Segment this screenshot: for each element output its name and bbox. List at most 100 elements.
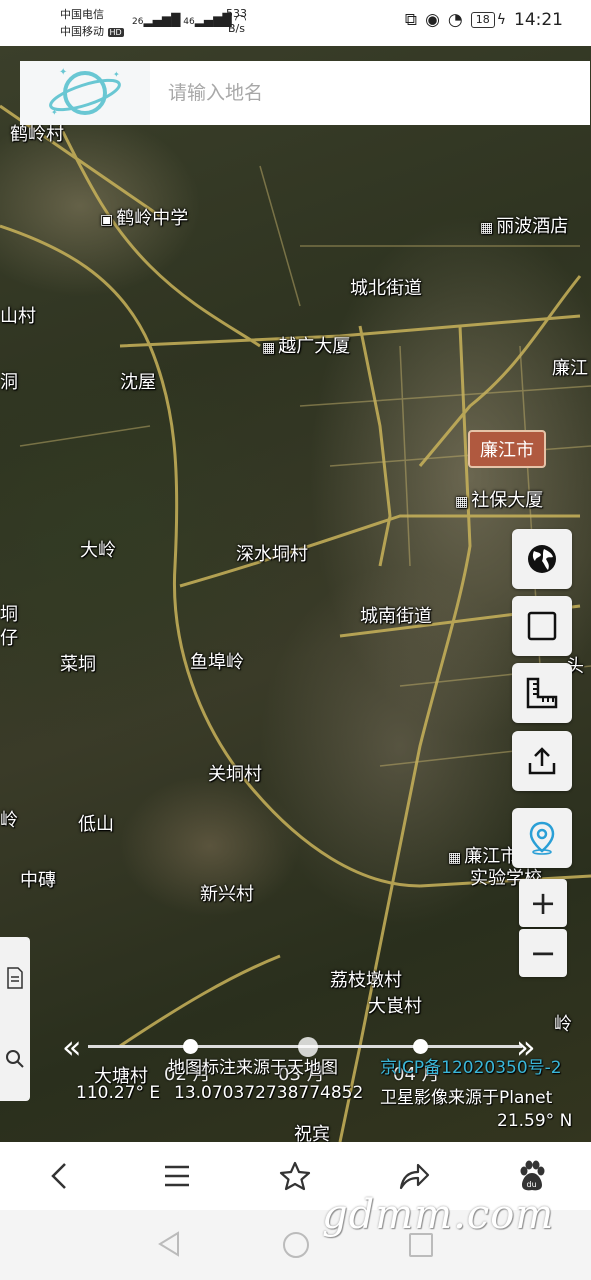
map-place-label[interactable]: 关垌村: [208, 760, 262, 786]
plus-icon: +: [529, 884, 557, 922]
map-place-label[interactable]: 仔: [0, 624, 18, 650]
map-place-label[interactable]: 山村: [0, 302, 36, 328]
chevron-left-icon: [51, 1163, 66, 1189]
side-drawer: [0, 937, 30, 1101]
nav-back-button[interactable]: [156, 1230, 182, 1262]
map-place-text: 荔枝墩村: [330, 970, 402, 991]
map-place-text: 祝宾: [294, 1124, 330, 1142]
map-place-text: 关垌村: [208, 764, 262, 785]
speed-unit: B/s: [228, 22, 245, 35]
gauge-icon: ◔: [447, 10, 463, 30]
map-place-label[interactable]: 城北街道: [350, 274, 422, 300]
measure-button[interactable]: [512, 663, 572, 723]
map-place-text: 城南街道: [360, 606, 432, 627]
square-icon: [527, 611, 557, 641]
bookmark-button[interactable]: [265, 1146, 325, 1206]
map-place-label[interactable]: 城南街道: [360, 602, 432, 628]
ruler-icon: [526, 677, 558, 709]
map-place-label[interactable]: 垌: [0, 600, 18, 626]
watermark: gdmm.com: [322, 1192, 555, 1238]
map-source-text: 地图标注来源于天地图: [168, 1058, 338, 1078]
map-place-text: 新兴村: [200, 884, 254, 905]
building-icon: ▦: [480, 220, 494, 236]
battery-icon: 18: [470, 12, 495, 28]
map-place-label[interactable]: 祝宾: [294, 1120, 330, 1142]
svg-text:✦: ✦: [51, 108, 58, 117]
map-place-text: 丽波酒店: [496, 216, 569, 237]
status-bar: 中国电信 中国移动 HD 26▂▄▆█ 46▂▄▆█ ◠ 533 B/s ⧉ ◉…: [0, 0, 591, 46]
map-place-label[interactable]: ▦ 越广大厦: [262, 332, 350, 358]
location-pin-icon: [529, 821, 555, 855]
map-place-label[interactable]: 鱼埠岭: [190, 648, 244, 674]
icp-link[interactable]: 京ICP备12020350号-2: [380, 1053, 562, 1078]
svg-text:✦: ✦: [59, 67, 67, 78]
map-place-text: 深水垌村: [236, 544, 308, 565]
share-button[interactable]: [512, 731, 572, 791]
map-place-text: 中磚: [20, 870, 56, 891]
zoom-out-button[interactable]: −: [519, 929, 567, 977]
map-place-text: 仔: [0, 628, 18, 649]
planet-logo-icon: ✦ ✦ ✦: [49, 67, 121, 117]
search-button[interactable]: [5, 1049, 25, 1073]
document-icon: [7, 967, 23, 989]
map-place-text: 社保大厦: [471, 490, 544, 511]
clock: 14:21: [514, 10, 563, 30]
draw-rectangle-button[interactable]: [512, 596, 572, 656]
map-place-label[interactable]: 中磚: [20, 866, 56, 892]
map-place-text: 岭: [0, 810, 18, 831]
map-place-label[interactable]: 洞: [0, 368, 18, 394]
satellite-map[interactable]: 鹤岭村 ▣ 鹤岭中学 ▦ 丽波酒店 城北街道 山村 ▦ 越广大厦 廉江洞沈屋 ▦ 社保大厦 大岭 深水垌村…: [0, 46, 591, 1142]
map-place-label[interactable]: 大崀村: [368, 992, 422, 1018]
road-network: [0, 104, 591, 1142]
eye-icon: ◉: [425, 10, 440, 30]
map-place-label[interactable]: 大岭: [80, 536, 116, 562]
zoom-level-readout: 13.070372738774852: [174, 1083, 364, 1103]
map-place-text: 菜垌: [60, 654, 96, 675]
back-button[interactable]: [29, 1146, 89, 1206]
app-logo[interactable]: ✦ ✦ ✦: [20, 61, 150, 125]
map-place-text: 垌: [0, 604, 18, 625]
nav-home-button[interactable]: [282, 1231, 310, 1263]
zoom-in-button[interactable]: +: [519, 879, 567, 927]
timeline-point[interactable]: [183, 1039, 198, 1054]
status-right: ⧉ ◉ ◔ 18 ϟ 14:21: [405, 10, 563, 30]
map-place-text: 山村: [0, 306, 36, 327]
upload-icon: [528, 747, 556, 775]
globe-button[interactable]: [512, 529, 572, 589]
map-place-label[interactable]: 岭: [0, 806, 18, 832]
map-place-label[interactable]: 深水垌村: [236, 540, 308, 566]
building-icon: ▦: [455, 494, 469, 510]
hd-badge: HD: [107, 28, 124, 37]
timeline-prev-button[interactable]: «: [62, 1028, 82, 1066]
city-label-badge[interactable]: 廉江市: [468, 430, 546, 468]
map-place-label[interactable]: 荔枝墩村: [330, 966, 402, 992]
map-place-text: 鱼埠岭: [190, 652, 244, 673]
search-input[interactable]: [168, 82, 548, 104]
map-place-text: 鹤岭村: [10, 124, 64, 145]
map-place-text: 越广大厦: [278, 336, 351, 357]
map-place-label[interactable]: ▣ 鹤岭中学: [100, 204, 188, 230]
menu-button[interactable]: [147, 1146, 207, 1206]
timeline-point[interactable]: [413, 1039, 428, 1054]
map-place-label[interactable]: 沈屋: [120, 368, 156, 394]
map-place-text: 大岭: [80, 540, 116, 561]
globe-icon: [528, 545, 556, 573]
map-place-label[interactable]: 低山: [78, 810, 114, 836]
signal-bars-icon: ▂▄▆█: [143, 13, 181, 27]
map-place-label[interactable]: 岭: [554, 1010, 572, 1036]
latitude-readout: 21.59° N: [497, 1111, 573, 1131]
locate-button[interactable]: [512, 808, 572, 868]
map-place-text: 沈屋: [120, 372, 156, 393]
map-place-label[interactable]: 廉江: [552, 354, 588, 380]
map-place-label[interactable]: ▦ 丽波酒店: [480, 212, 568, 238]
map-place-label[interactable]: 新兴村: [200, 880, 254, 906]
map-place-text: 鹤岭中学: [116, 208, 189, 229]
signal-2-label: 46: [183, 17, 195, 27]
search-icon: [6, 1050, 24, 1068]
document-button[interactable]: [6, 967, 24, 993]
building-icon: ▦: [448, 850, 462, 866]
svg-text:✦: ✦: [113, 70, 120, 79]
map-place-label[interactable]: ▦ 社保大厦: [455, 486, 543, 512]
carrier-2: 中国移动: [60, 25, 104, 38]
map-place-label[interactable]: 菜垌: [60, 650, 96, 676]
